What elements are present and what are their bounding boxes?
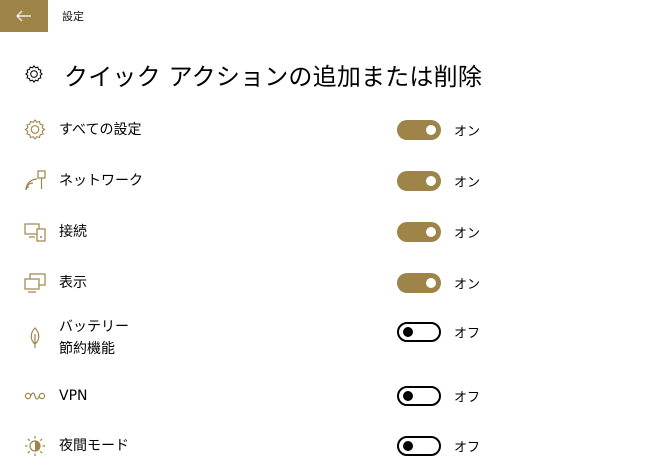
quick-action-row-network: ネットワーク オン bbox=[22, 161, 642, 201]
toggle-knob bbox=[403, 327, 413, 337]
toggle-state-label: オフ bbox=[454, 390, 481, 406]
night-mode-toggle[interactable] bbox=[397, 436, 441, 456]
toggle-knob bbox=[403, 441, 413, 451]
battery-saver-icon bbox=[22, 325, 48, 351]
quick-action-row-display: 表示 オン bbox=[22, 263, 642, 303]
page-header: クイック アクションの追加または削除 bbox=[22, 56, 482, 92]
display-toggle[interactable] bbox=[397, 273, 441, 293]
toggle-state-label: オフ bbox=[454, 440, 481, 456]
toggle-state-label: オン bbox=[454, 175, 481, 191]
toggle-knob bbox=[403, 391, 413, 401]
page-title: クイック アクションの追加または削除 bbox=[64, 62, 483, 91]
app-title: 設定 bbox=[62, 10, 84, 23]
night-mode-icon bbox=[22, 433, 48, 459]
vpn-toggle[interactable] bbox=[397, 386, 441, 406]
quick-action-label: すべての設定 bbox=[59, 122, 142, 138]
quick-action-label: バッテリー 節約機能 bbox=[59, 319, 129, 357]
vpn-icon bbox=[22, 383, 48, 409]
network-icon bbox=[22, 168, 48, 194]
title-bar: 設定 bbox=[0, 0, 648, 32]
arrow-left-icon bbox=[16, 7, 32, 26]
quick-action-label: 接続 bbox=[59, 224, 87, 240]
quick-action-row-vpn: VPN オフ bbox=[22, 376, 642, 416]
quick-action-label: 夜間モード bbox=[59, 438, 129, 454]
toggle-knob bbox=[426, 227, 436, 237]
toggle-knob bbox=[426, 176, 436, 186]
toggle-knob bbox=[426, 125, 436, 135]
toggle-state-label: オン bbox=[454, 277, 481, 293]
quick-action-row-night-mode: 夜間モード オフ bbox=[22, 426, 642, 466]
toggle-state-label: オン bbox=[454, 226, 481, 242]
quick-action-row-connect: 接続 オン bbox=[22, 212, 642, 252]
back-button[interactable] bbox=[0, 0, 48, 32]
quick-action-row-all-settings: すべての設定 オン bbox=[22, 110, 642, 150]
quick-action-row-battery-saver: バッテリー 節約機能 オフ bbox=[22, 312, 642, 364]
quick-action-label: ネットワーク bbox=[59, 173, 143, 189]
display-icon bbox=[22, 270, 48, 296]
toggle-state-label: オフ bbox=[454, 326, 481, 342]
quick-action-label: 表示 bbox=[59, 275, 87, 291]
toggle-knob bbox=[426, 278, 436, 288]
network-toggle[interactable] bbox=[397, 171, 441, 191]
connect-icon bbox=[22, 219, 48, 245]
gear-icon bbox=[22, 62, 46, 86]
gear-icon bbox=[22, 117, 48, 143]
toggle-state-label: オン bbox=[454, 124, 481, 140]
battery-saver-toggle[interactable] bbox=[397, 322, 441, 342]
quick-action-label: VPN bbox=[59, 388, 88, 404]
all-settings-toggle[interactable] bbox=[397, 120, 441, 140]
connect-toggle[interactable] bbox=[397, 222, 441, 242]
